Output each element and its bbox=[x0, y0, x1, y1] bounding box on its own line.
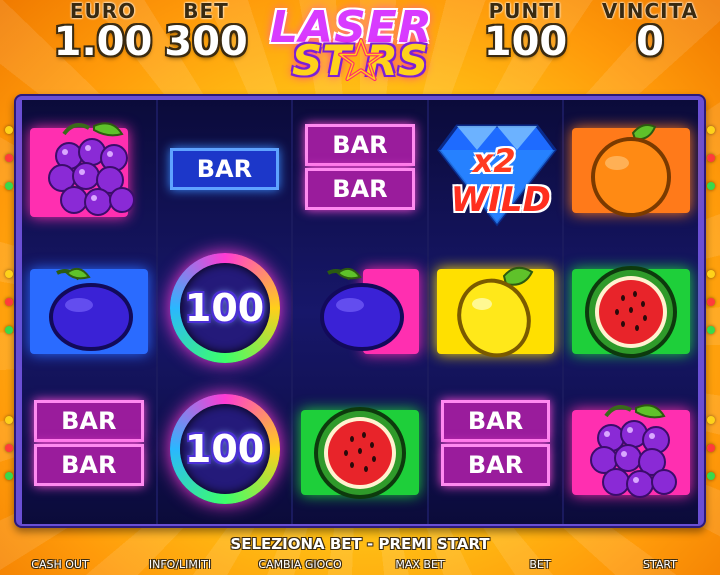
payline-dot bbox=[707, 298, 715, 306]
payline-dot bbox=[707, 326, 715, 334]
bar-double-symbol: BAR BAR bbox=[293, 100, 427, 241]
cash-out-button[interactable]: CASH OUT bbox=[0, 556, 120, 575]
bar-label: BAR bbox=[34, 444, 144, 486]
bar-label: BAR bbox=[305, 124, 415, 166]
payline-dot bbox=[5, 472, 13, 480]
plum-icon bbox=[319, 267, 404, 351]
reel-4: x2 WILD BAR BAR bbox=[428, 100, 563, 524]
payline-dot bbox=[707, 154, 715, 162]
bet-display: BET 300 bbox=[160, 0, 252, 62]
wild-label: WILD bbox=[450, 180, 551, 220]
plum-icon bbox=[48, 267, 133, 351]
hundred-ring: 100 bbox=[169, 253, 280, 363]
euro-display: EURO 1.00 bbox=[48, 0, 158, 62]
hundred-ring: 100 bbox=[169, 394, 280, 504]
payline-dot bbox=[707, 270, 715, 278]
euro-value: 1.00 bbox=[53, 19, 153, 65]
grapes-icon bbox=[590, 403, 678, 498]
reel-5 bbox=[564, 100, 698, 524]
bar-label: BAR bbox=[305, 168, 415, 210]
reels-area: BAR BAR BAR 100 100 BAR BAR x2 WILD BAR … bbox=[22, 100, 698, 524]
watermelon-icon bbox=[585, 265, 678, 358]
diamond-wild-symbol: x2 WILD bbox=[429, 100, 563, 241]
reel-1: BAR BAR bbox=[22, 100, 156, 524]
bar-label: BAR bbox=[169, 148, 280, 190]
bar-double-symbol: BAR BAR bbox=[429, 382, 563, 523]
payline-dot bbox=[5, 270, 13, 278]
status-message: SELEZIONA BET - PREMI START bbox=[230, 535, 490, 553]
watermelon-symbol bbox=[564, 241, 698, 382]
hundred-symbol: 100 bbox=[158, 382, 292, 523]
start-button[interactable]: START bbox=[600, 556, 720, 575]
bar-label: BAR bbox=[440, 400, 551, 442]
control-bar: CASH OUT INFO/LIMITI CAMBIA GIOCO MAX BE… bbox=[0, 556, 720, 575]
hundred-label: 100 bbox=[184, 427, 265, 471]
vincita-value: 0 bbox=[636, 19, 664, 65]
lemon-symbol bbox=[429, 241, 563, 382]
payline-dot bbox=[5, 126, 13, 134]
lemon-icon bbox=[456, 266, 533, 357]
hundred-label: 100 bbox=[184, 286, 265, 330]
payline-dot bbox=[707, 126, 715, 134]
hundred-symbol: 100 bbox=[158, 241, 292, 382]
payline-dot bbox=[707, 416, 715, 424]
payline-dot bbox=[5, 444, 13, 452]
bet-value: 300 bbox=[164, 19, 248, 65]
grapes-symbol bbox=[22, 100, 156, 241]
reel-2: BAR 100 100 bbox=[157, 100, 292, 524]
orange-symbol bbox=[564, 100, 698, 241]
orange-icon bbox=[591, 123, 672, 217]
bar-label: BAR bbox=[34, 400, 144, 442]
plum-symbol bbox=[293, 241, 427, 382]
payline-dot bbox=[5, 326, 13, 334]
change-game-button[interactable]: CAMBIA GIOCO bbox=[240, 556, 360, 575]
payline-dot bbox=[707, 472, 715, 480]
bar-label: BAR bbox=[440, 444, 551, 486]
watermelon-symbol bbox=[293, 382, 427, 523]
grapes-symbol bbox=[564, 382, 698, 523]
punti-value: 100 bbox=[483, 19, 568, 65]
payline-dot bbox=[707, 182, 715, 190]
vincita-display: VINCITA 0 bbox=[594, 0, 706, 62]
payline-dot bbox=[5, 182, 13, 190]
bar-double-symbol: BAR BAR bbox=[22, 382, 156, 523]
max-bet-button[interactable]: MAX BET bbox=[360, 556, 480, 575]
info-limits-button[interactable]: INFO/LIMITI bbox=[120, 556, 240, 575]
game-logo: LASER ST RS bbox=[262, 2, 458, 85]
payline-dot bbox=[5, 416, 13, 424]
watermelon-icon bbox=[313, 406, 406, 499]
payline-dot bbox=[5, 298, 13, 306]
logo-star-icon bbox=[338, 38, 384, 82]
bar-single-symbol: BAR bbox=[158, 100, 292, 241]
grapes-icon bbox=[47, 121, 135, 216]
punti-display: PUNTI 100 bbox=[478, 0, 573, 62]
wild-multiplier: x2 bbox=[472, 142, 516, 180]
bet-button[interactable]: BET bbox=[480, 556, 600, 575]
reel-3: BAR BAR bbox=[293, 100, 427, 524]
payline-dot bbox=[707, 444, 715, 452]
plum-symbol bbox=[22, 241, 156, 382]
payline-dot bbox=[5, 154, 13, 162]
